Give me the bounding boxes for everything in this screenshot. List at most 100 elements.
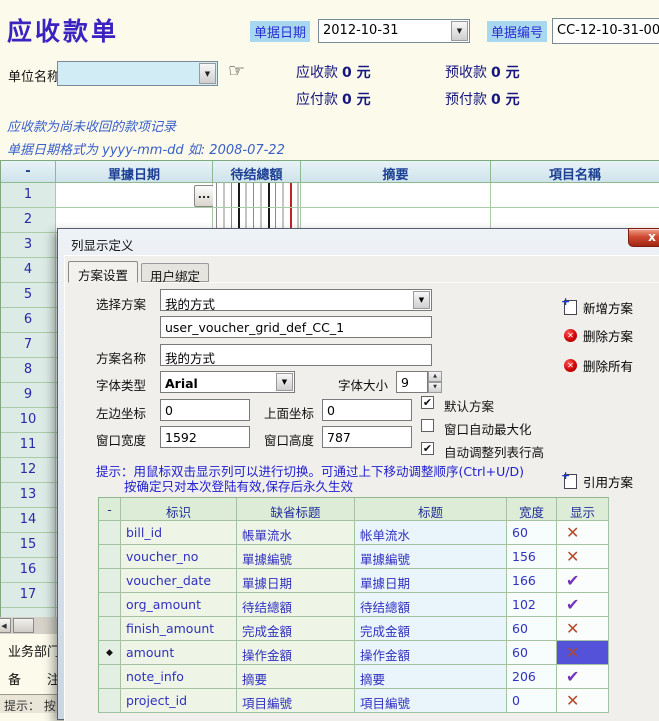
row-number[interactable]: 11 <box>1 433 56 458</box>
new-scheme-button[interactable]: + 新增方案 <box>564 298 633 317</box>
cell-field-id[interactable]: bill_id <box>121 521 237 545</box>
cell-visible-toggle[interactable]: ✔ <box>557 665 609 689</box>
grid-header-2[interactable]: 待结總額 <box>213 161 301 183</box>
pointing-hand-icon[interactable]: ☞ <box>228 60 245 82</box>
ref-scheme-button[interactable]: + 引用方案 <box>564 472 633 491</box>
font-size-field[interactable]: 9 <box>396 371 428 393</box>
cell-default-title[interactable]: 單據日期 <box>237 569 355 593</box>
chevron-down-icon[interactable]: ▼ <box>199 63 216 84</box>
cell-title[interactable]: 單據日期 <box>355 569 507 593</box>
cell-width[interactable]: 60 <box>507 641 557 665</box>
cell-field-id[interactable]: voucher_no <box>121 545 237 569</box>
row-marker[interactable] <box>99 569 121 593</box>
delete-all-button[interactable]: ✕ 删除所有 <box>564 356 633 375</box>
row-marker[interactable] <box>99 617 121 641</box>
cell-title[interactable]: 帐单流水 <box>355 521 507 545</box>
cell-visible-toggle[interactable]: ✕ <box>557 545 609 569</box>
row-marker-diamond[interactable]: ◆ <box>99 641 121 665</box>
cell-field-id[interactable]: org_amount <box>121 593 237 617</box>
row-marker[interactable] <box>99 593 121 617</box>
cell-visible-toggle[interactable]: ✕ <box>557 521 609 545</box>
row-number[interactable]: 5 <box>1 283 56 308</box>
cell-width[interactable]: 166 <box>507 569 557 593</box>
checkbox-unchecked[interactable] <box>421 419 434 432</box>
scheme-name-field[interactable]: 我的方式 <box>160 344 432 366</box>
cell-visible-toggle[interactable]: ✕ <box>557 689 609 713</box>
cell-width[interactable]: 156 <box>507 545 557 569</box>
cell-width[interactable]: 60 <box>507 521 557 545</box>
cell-field-id[interactable]: voucher_date <box>121 569 237 593</box>
spinner-down-icon[interactable]: ▼ <box>428 382 442 393</box>
cell-default-title[interactable]: 完成金額 <box>237 617 355 641</box>
top-coord-field[interactable]: 0 <box>322 399 412 421</box>
chevron-down-icon[interactable]: ▼ <box>413 291 430 309</box>
row-number[interactable]: 4 <box>1 258 56 283</box>
chevron-down-icon[interactable]: ▼ <box>451 21 468 41</box>
row-number[interactable]: 16 <box>1 558 56 583</box>
cell-visible-toggle[interactable]: ✔ <box>557 569 609 593</box>
cell-title[interactable]: 摘要 <box>355 665 507 689</box>
window-height-field[interactable]: 787 <box>322 426 412 448</box>
scheme-select-combobox[interactable]: 我的方式 ▼ <box>160 289 432 311</box>
scheme-key-field[interactable]: user_voucher_grid_def_CC_1 <box>160 316 432 338</box>
cell-default-title[interactable]: 操作金額 <box>237 641 355 665</box>
row-number[interactable]: 9 <box>1 383 56 408</box>
row-marker[interactable] <box>99 545 121 569</box>
cell-title[interactable]: 操作金額 <box>355 641 507 665</box>
grid-cell-summary[interactable] <box>301 183 491 208</box>
row-marker[interactable] <box>99 689 121 713</box>
window-width-field[interactable]: 1592 <box>160 426 250 448</box>
doc-date-combobox[interactable]: 2012-10-31 ▼ <box>318 19 470 43</box>
cell-width[interactable]: 0 <box>507 689 557 713</box>
cell-title[interactable]: 完成金額 <box>355 617 507 641</box>
row-number[interactable]: 12 <box>1 458 56 483</box>
chevron-down-icon[interactable]: ▼ <box>276 373 293 391</box>
cell-title[interactable]: 項目編號 <box>355 689 507 713</box>
unit-name-combobox[interactable]: ▼ <box>57 61 218 86</box>
cell-title[interactable]: 待结總額 <box>355 593 507 617</box>
cell-visible-toggle[interactable]: ✔ <box>557 593 609 617</box>
ellipsis-button[interactable]: ... <box>194 185 214 207</box>
cell-width[interactable]: 206 <box>507 665 557 689</box>
font-type-combobox[interactable]: Arial ▼ <box>160 371 295 393</box>
left-coord-field[interactable]: 0 <box>160 399 250 421</box>
grid-cell-amount[interactable] <box>213 183 301 208</box>
row-number[interactable]: 8 <box>1 358 56 383</box>
row-number[interactable]: 7 <box>1 333 56 358</box>
row-number[interactable] <box>1 608 56 617</box>
spinner-up-icon[interactable]: ▲ <box>428 371 442 382</box>
grid-cell-date[interactable]: ... <box>56 183 213 208</box>
cell-default-title[interactable]: 摘要 <box>237 665 355 689</box>
row-number[interactable]: 14 <box>1 508 56 533</box>
cell-field-id[interactable]: note_info <box>121 665 237 689</box>
row-number[interactable]: 1 <box>1 183 56 208</box>
row-number[interactable]: 13 <box>1 483 56 508</box>
checkbox-checked[interactable]: ✔ <box>421 396 434 409</box>
cell-field-id[interactable]: project_id <box>121 689 237 713</box>
cell-visible-toggle[interactable]: ✕ <box>557 641 609 665</box>
grid-header-3[interactable]: 摘要 <box>301 161 491 183</box>
checkbox-checked[interactable]: ✔ <box>421 442 434 455</box>
row-number[interactable]: 3 <box>1 233 56 258</box>
row-number[interactable]: 17 <box>1 583 56 608</box>
scroll-left-icon[interactable]: ◀ <box>0 618 11 633</box>
delete-scheme-button[interactable]: ✕ 删除方案 <box>564 326 633 345</box>
doc-no-field[interactable]: CC-12-10-31-0001 <box>552 18 659 44</box>
cell-default-title[interactable]: 項目編號 <box>237 689 355 713</box>
grid-header-4[interactable]: 項目名稱 <box>491 161 659 183</box>
row-marker[interactable] <box>99 521 121 545</box>
tab-scheme-settings[interactable]: 方案设置 <box>68 261 138 283</box>
cell-width[interactable]: 102 <box>507 593 557 617</box>
grid-header-0[interactable]: - <box>1 161 56 183</box>
row-number[interactable]: 10 <box>1 408 56 433</box>
row-number[interactable]: 15 <box>1 533 56 558</box>
cell-field-id[interactable]: finish_amount <box>121 617 237 641</box>
scrollbar-thumb[interactable] <box>13 618 34 633</box>
cell-default-title[interactable]: 帳單流水 <box>237 521 355 545</box>
row-marker[interactable] <box>99 665 121 689</box>
row-number[interactable]: 2 <box>1 208 56 233</box>
cell-field-id[interactable]: amount <box>121 641 237 665</box>
cell-width[interactable]: 60 <box>507 617 557 641</box>
grid-header-1[interactable]: 單據日期 <box>56 161 213 183</box>
cell-default-title[interactable]: 單據編號 <box>237 545 355 569</box>
